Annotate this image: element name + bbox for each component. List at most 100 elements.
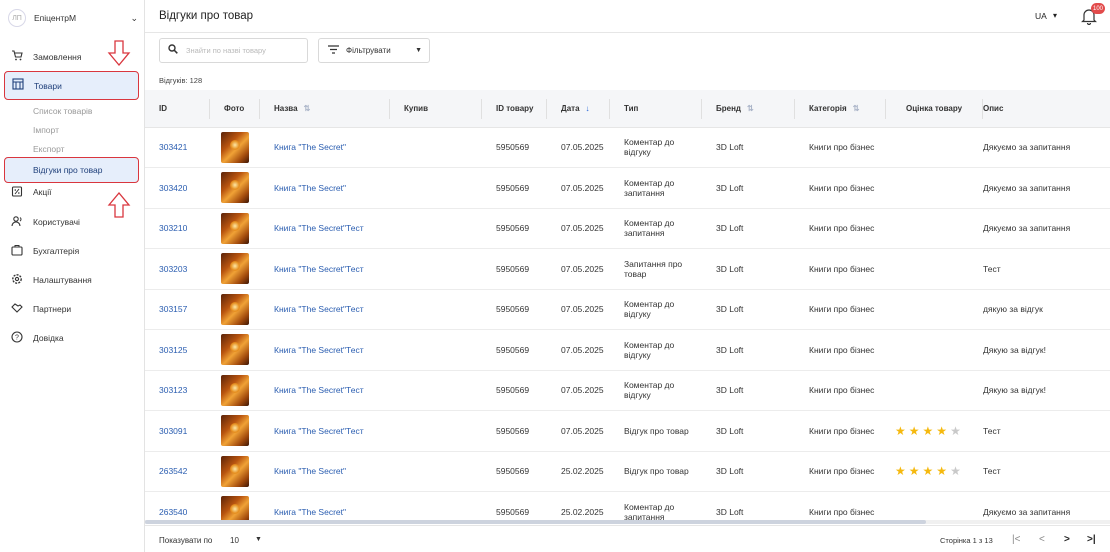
cell-type: Відгук про товар — [610, 451, 702, 492]
table-row[interactable]: 303091 Книга "The Secret"Тест 5950569 07.05… — [145, 410, 1110, 452]
subitem-import[interactable]: Імпорт — [33, 125, 59, 135]
col-header-rating: Оцінка товару — [886, 90, 983, 128]
sidebar-item-accounting[interactable]: Бухгалтерія — [10, 241, 138, 261]
cell-brand: 3D Loft — [702, 127, 795, 168]
sidebar-item-settings[interactable]: Налаштування — [10, 270, 138, 290]
cell-id[interactable]: 303203 — [145, 248, 210, 290]
table-row[interactable]: 303125 Книга "The Secret"Тест 5950569 07.05… — [145, 329, 1110, 371]
sidebar-item-products[interactable]: Товари — [4, 71, 139, 100]
cell-product-name[interactable]: Книга "The Secret"Тест — [260, 329, 390, 371]
cell-photo — [210, 491, 260, 520]
cell-description: дякую за відгук — [983, 289, 1110, 330]
product-thumbnail[interactable] — [221, 415, 249, 447]
cell-photo — [210, 167, 260, 209]
cell-description: Дякуємо за запитання — [983, 167, 1110, 209]
sort-icon: ⇅ — [303, 103, 311, 113]
cell-product-name[interactable]: Книга "The Secret"Тест — [260, 248, 390, 290]
sidebar-item-label: Товари — [34, 80, 62, 91]
filter-button[interactable]: Фільтрувати ▼ — [318, 38, 430, 63]
product-thumbnail[interactable] — [221, 212, 249, 244]
subitem-export[interactable]: Експорт — [33, 144, 65, 154]
horizontal-scrollbar[interactable] — [145, 520, 1110, 524]
cell-id[interactable]: 303210 — [145, 208, 210, 249]
cell-rating — [886, 491, 983, 520]
prev-page-icon[interactable]: < — [1039, 534, 1045, 545]
cell-product-name[interactable]: Книга "The Secret"Тест — [260, 370, 390, 411]
subitem-product-list[interactable]: Список товарів — [33, 106, 92, 116]
scrollbar-thumb[interactable] — [145, 520, 926, 524]
product-thumbnail[interactable] — [221, 374, 249, 406]
cell-id[interactable]: 303421 — [145, 127, 210, 168]
table-row[interactable]: 303210 Книга "The Secret"Тест 5950569 07.05… — [145, 208, 1110, 249]
cell-product-name[interactable]: Книга "The Secret"Тест — [260, 289, 390, 330]
arrow-up-annotation-icon — [107, 192, 131, 218]
sidebar-item-label: Акції — [33, 187, 52, 197]
table-row[interactable]: 303420 Книга "The Secret" 5950569 07.05.202… — [145, 167, 1110, 209]
sidebar-item-help[interactable]: ? Довідка — [10, 328, 138, 348]
cell-product-name[interactable]: Книга "The Secret"Тест — [260, 410, 390, 452]
table-row[interactable]: 263542 Книга "The Secret" 5950569 25.02.202… — [145, 451, 1110, 492]
sort-desc-icon: ↓ — [585, 103, 590, 113]
cell-product-name[interactable]: Книга "The Secret" — [260, 491, 390, 520]
product-thumbnail[interactable] — [221, 334, 249, 366]
cell-id[interactable]: 263540 — [145, 491, 210, 520]
sidebar-item-partners[interactable]: Партнери — [10, 299, 138, 319]
per-page-select[interactable]: 10 — [230, 536, 239, 545]
wallet-icon — [10, 244, 24, 259]
brand-selector[interactable]: ЛП ЕпіцентрМ ⌄ — [8, 8, 138, 28]
notification-badge: 100 — [1091, 3, 1106, 14]
cell-product-name[interactable]: Книга "The Secret" — [260, 127, 390, 168]
cell-photo — [210, 410, 260, 452]
language-selector[interactable]: UA — [1035, 11, 1047, 21]
chevron-down-icon[interactable]: ▾ — [1053, 11, 1057, 20]
product-thumbnail[interactable] — [221, 455, 249, 487]
cell-id[interactable]: 303125 — [145, 329, 210, 371]
cell-product-id: 5950569 — [482, 167, 547, 209]
col-header-product-id[interactable]: ID товару — [482, 90, 547, 128]
cell-bought — [390, 208, 482, 249]
search-box — [159, 38, 308, 63]
col-header-photo: Фото — [210, 90, 260, 128]
col-header-name[interactable]: Назва ⇅ — [260, 90, 390, 128]
cell-category: Книги про бізнес — [795, 491, 886, 520]
cell-photo — [210, 208, 260, 249]
col-header-date[interactable]: Дата ↓ — [547, 90, 610, 128]
product-thumbnail[interactable] — [221, 253, 249, 285]
table-row[interactable]: 263540 Книга "The Secret" 5950569 25.02.202… — [145, 491, 1110, 520]
cell-product-name[interactable]: Книга "The Secret" — [260, 167, 390, 209]
cell-id[interactable]: 303420 — [145, 167, 210, 209]
sidebar-item-label: Партнери — [33, 304, 72, 314]
col-header-category[interactable]: Категорія ⇅ — [795, 90, 886, 128]
col-header-id[interactable]: ID — [145, 90, 210, 128]
rating-stars: ★ ★ ★ ★ ★ — [895, 465, 983, 477]
cell-id[interactable]: 303123 — [145, 370, 210, 411]
cell-product-name[interactable]: Книга "The Secret"Тест — [260, 208, 390, 249]
cell-id[interactable]: 263542 — [145, 451, 210, 492]
table-row[interactable]: 303421 Книга "The Secret" 5950569 07.05.202… — [145, 127, 1110, 168]
first-page-icon[interactable]: |< — [1012, 534, 1020, 545]
table-row[interactable]: 303123 Книга "The Secret"Тест 5950569 07.05… — [145, 370, 1110, 411]
next-page-icon[interactable]: > — [1064, 534, 1070, 545]
cell-photo — [210, 370, 260, 411]
cell-id[interactable]: 303157 — [145, 289, 210, 330]
col-header-bought: Купив — [390, 90, 482, 128]
cell-type: Коментар до запитання — [610, 208, 702, 249]
cell-id[interactable]: 303091 — [145, 410, 210, 452]
cell-brand: 3D Loft — [702, 329, 795, 371]
last-page-icon[interactable]: >| — [1087, 534, 1096, 545]
subitem-reviews[interactable]: Відгуки про товар — [4, 157, 139, 183]
product-thumbnail[interactable] — [221, 496, 249, 520]
col-header-brand[interactable]: Бренд ⇅ — [702, 90, 795, 128]
table-row[interactable]: 303203 Книга "The Secret"Тест 5950569 07.05… — [145, 248, 1110, 290]
chevron-down-icon[interactable]: ▼ — [255, 536, 262, 543]
product-thumbnail[interactable] — [221, 172, 249, 204]
cell-rating: ★ ★ ★ ★ ★ — [886, 451, 983, 492]
search-input[interactable] — [186, 46, 296, 55]
product-thumbnail[interactable] — [221, 293, 249, 325]
cell-description: Дякую за відгук! — [983, 329, 1110, 371]
table-row[interactable]: 303157 Книга "The Secret"Тест 5950569 07.05… — [145, 289, 1110, 330]
product-thumbnail[interactable] — [221, 131, 249, 163]
cell-product-name[interactable]: Книга "The Secret" — [260, 451, 390, 492]
cell-date: 07.05.2025 — [547, 208, 610, 249]
cell-description: Дякуємо за запитання — [983, 127, 1110, 168]
